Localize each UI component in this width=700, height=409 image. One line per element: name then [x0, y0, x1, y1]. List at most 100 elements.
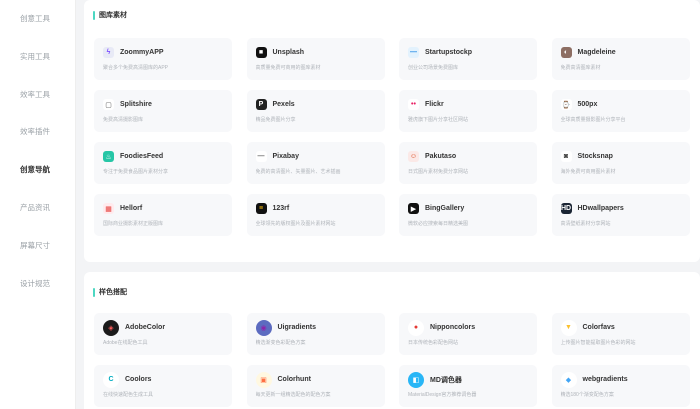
card-title: Unsplash	[272, 49, 305, 56]
sidebar-item-design-specs[interactable]: 设计规范	[0, 265, 75, 303]
binggallery-icon: ▶	[408, 203, 419, 214]
link-card[interactable]: ▦ Hellorf 国际商业摄影素材正版图库	[94, 194, 232, 236]
card-title: HDwallpapers	[577, 205, 624, 212]
card-title: Startupstockp	[425, 49, 473, 56]
card-title: MD调色器	[430, 376, 462, 384]
link-card[interactable]: ▢ Splitshire 免费高清摄影图库	[94, 90, 232, 132]
link-card[interactable]: ■ Unsplash 高质量免费可商用的图库素材	[246, 38, 385, 80]
sidebar-item-creative-nav[interactable]: 创意导航	[0, 151, 75, 189]
card-description: 微软必应搜索每日精选美图	[408, 221, 469, 227]
card-title: FoodiesFeed	[120, 153, 164, 160]
card-head: P Pexels	[255, 98, 376, 111]
link-card[interactable]: ⌚ 500px 全球高质量摄影图片分享平台	[551, 90, 690, 132]
card-head: ◈ AdobeColor	[103, 319, 223, 336]
coolors-icon: C	[103, 371, 119, 388]
nipponcolors-icon: ●	[408, 319, 424, 336]
card-title: Flickr	[425, 101, 444, 108]
123rf-icon: ≡	[255, 203, 267, 214]
card-title: Colorfavs	[582, 324, 615, 331]
sidebar-item-efficiency-plugins[interactable]: 效率插件	[0, 113, 75, 151]
card-head: ▼ Colorfavs	[560, 319, 681, 336]
card-description: 高清壁纸素材分享网站	[560, 221, 611, 227]
card-head: ■ Unsplash	[255, 46, 376, 59]
link-card[interactable]: ϟ ZoommyAPP 聚合多个免费高清图库的APP	[94, 38, 232, 80]
link-card[interactable]: ≡ 123rf 全球领先的版权图片及图片素材网站	[246, 194, 385, 236]
link-card[interactable]: ◉ Uigradients 精选渐变色彩配色方案	[246, 313, 385, 355]
link-card[interactable]: ▼ Colorfavs 上传图片智能提取图片色彩的网站	[551, 313, 690, 355]
card-description: 国际商业摄影素材正版图库	[103, 221, 164, 227]
card-description: 精选渐变色彩配色方案	[255, 340, 306, 346]
link-card[interactable]: ◈ AdobeColor Adobe在线配色工具	[94, 313, 232, 355]
card-description: 海外免费可商用图片素材	[560, 169, 616, 175]
sidebar-item-efficiency-tools[interactable]: 效率工具	[0, 76, 75, 114]
foodiesfeed-icon: ♨	[103, 151, 114, 162]
splitshire-icon: ▢	[103, 99, 114, 110]
card-title: webgradients	[582, 376, 628, 383]
card-title: AdobeColor	[125, 324, 166, 331]
link-card[interactable]: ☺ Pakutaso 日式图片素材免费分享网站	[399, 142, 537, 184]
card-head: — Startupstockp	[408, 46, 528, 59]
link-card[interactable]: ◙ Stocksnap 海外免费可商用图片素材	[551, 142, 690, 184]
colorfavs-icon: ▼	[560, 319, 577, 336]
startup-icon: —	[408, 47, 419, 58]
card-grid-stock-images: ϟ ZoommyAPP 聚合多个免费高清图库的APP ■ Unsplash 高质量免费可商…	[94, 38, 690, 236]
link-card[interactable]: P Pexels 精品免费图片分享	[246, 90, 385, 132]
card-head: ▣ Colorhunt	[255, 371, 376, 388]
link-card[interactable]: ▶ BingGallery 微软必应搜索每日精选美图	[399, 194, 537, 236]
link-card[interactable]: — Pixabay 免费的高清图片、矢量图片、艺术插画	[246, 142, 385, 184]
card-head: ♨ FoodiesFeed	[103, 150, 223, 163]
card-title: Pixabay	[272, 153, 299, 160]
pixabay-icon: —	[255, 151, 267, 162]
mdpalette-icon: ◧	[408, 371, 424, 388]
card-description: 每天更新一组精选配色的配色方案	[255, 392, 331, 398]
uigradients-icon: ◉	[255, 319, 272, 336]
card-description: 上传图片智能提取图片色彩的网站	[560, 340, 636, 346]
card-head: ● Nipponcolors	[408, 319, 528, 336]
card-description: 全球领先的版权图片及图片素材网站	[255, 221, 336, 227]
card-description: 在线快速配色生成工具	[103, 392, 154, 398]
card-description: 精品免费图片分享	[255, 117, 296, 123]
card-title: Nipponcolors	[430, 324, 476, 331]
section-title-text: 图库素材	[99, 12, 127, 19]
link-card[interactable]: C Coolors 在线快速配色生成工具	[94, 365, 232, 407]
card-head: — Pixabay	[255, 150, 376, 163]
adobecolor-icon: ◈	[103, 319, 119, 336]
card-title: ZoommyAPP	[120, 49, 164, 56]
card-head: ϟ ZoommyAPP	[103, 46, 223, 59]
section-title-stock-images: 图库素材	[93, 10, 127, 20]
link-card[interactable]: ◐ Magdeleine 免费高清图库素材	[551, 38, 690, 80]
colorhunt-icon: ▣	[255, 371, 272, 388]
link-card[interactable]: ◆ webgradients 精选180个渐变配色方案	[551, 365, 690, 407]
card-title: Stocksnap	[577, 153, 613, 160]
link-card[interactable]: ● Nipponcolors 日本传统色彩配色网站	[399, 313, 537, 355]
stocksnap-icon: ◙	[560, 151, 572, 162]
card-head: ⌚ 500px	[560, 98, 681, 111]
card-head: •• Flickr	[408, 98, 528, 111]
section-title-color-matching: 样色搭配	[93, 287, 127, 297]
card-grid-color-matching: ◈ AdobeColor Adobe在线配色工具 ◉ Uigradients 精选渐变色彩…	[94, 313, 690, 407]
link-card[interactable]: ♨ FoodiesFeed 专注于免费食品图片素材分享	[94, 142, 232, 184]
sidebar-item-product-news[interactable]: 产品资讯	[0, 189, 75, 227]
link-card[interactable]: •• Flickr 雅虎旗下图片分享社区网站	[399, 90, 537, 132]
card-description: 雅虎旗下图片分享社区网站	[408, 117, 469, 123]
sidebar-item-creative-tools[interactable]: 创意工具	[0, 0, 75, 38]
card-description: 日本传统色彩配色网站	[408, 340, 459, 346]
card-description: 日式图片素材免费分享网站	[408, 169, 469, 175]
link-card[interactable]: ◧ MD调色器 MaterialDesign官方推荐调色器	[399, 365, 537, 407]
link-card[interactable]: — Startupstockp 创业公司场景免费图库	[399, 38, 537, 80]
hdwallpapers-icon: HD	[560, 203, 572, 214]
card-description: 创业公司场景免费图库	[408, 65, 459, 71]
card-title: BingGallery	[425, 205, 465, 212]
link-card[interactable]: HD HDwallpapers 高清壁纸素材分享网站	[551, 194, 690, 236]
500px-icon: ⌚	[560, 99, 572, 110]
webgradients-icon: ◆	[560, 371, 577, 388]
card-head: ▦ Hellorf	[103, 202, 223, 215]
card-title: Magdeleine	[577, 49, 616, 56]
sidebar-item-screen-sizes[interactable]: 屏幕尺寸	[0, 227, 75, 265]
link-card[interactable]: ▣ Colorhunt 每天更新一组精选配色的配色方案	[246, 365, 385, 407]
unsplash-icon: ■	[255, 47, 267, 58]
sidebar-item-utility-tools[interactable]: 实用工具	[0, 38, 75, 76]
card-title: Coolors	[125, 376, 152, 383]
card-title: Uigradients	[277, 324, 317, 331]
card-head: HD HDwallpapers	[560, 202, 681, 215]
